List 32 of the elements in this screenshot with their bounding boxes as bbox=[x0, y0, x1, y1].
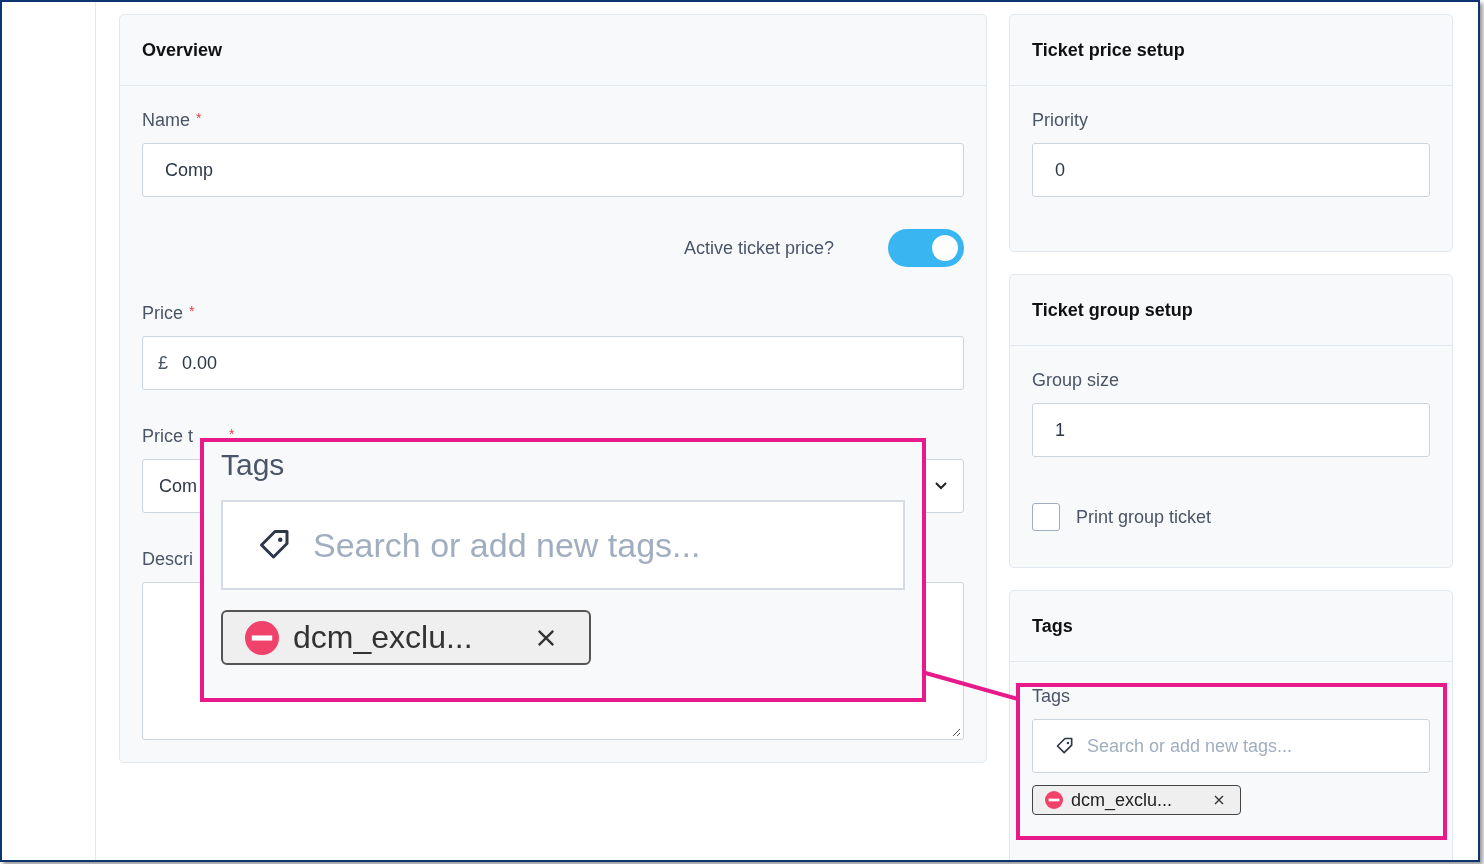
field-label: Price t bbox=[142, 426, 193, 447]
required-asterisk: * bbox=[196, 110, 202, 128]
card-title: Ticket price setup bbox=[1032, 39, 1185, 61]
group-size-field[interactable]: 1 bbox=[1032, 403, 1430, 457]
field-label: Name bbox=[142, 110, 190, 131]
field-label: Tags bbox=[1032, 686, 1071, 707]
price-field[interactable]: £ 0.00 bbox=[142, 336, 964, 390]
tag-chip[interactable]: dcm_exclu... bbox=[1032, 785, 1241, 815]
minus-circle-icon bbox=[245, 620, 279, 655]
chevron-down-icon bbox=[935, 482, 947, 490]
field-label: Group size bbox=[1032, 370, 1120, 391]
required-asterisk: * bbox=[189, 303, 195, 321]
priority-field[interactable]: 0 bbox=[1032, 143, 1430, 197]
close-icon[interactable] bbox=[537, 628, 555, 647]
checkbox-label: Print group ticket bbox=[1076, 506, 1212, 528]
close-icon[interactable] bbox=[1214, 795, 1224, 805]
tag-chip[interactable]: dcm_exclu... bbox=[221, 610, 591, 665]
field-label: Price bbox=[142, 303, 183, 324]
checkbox[interactable] bbox=[1032, 503, 1060, 531]
callout-label: Tags bbox=[221, 448, 285, 482]
field-label: Priority bbox=[1032, 110, 1088, 131]
required-asterisk: * bbox=[229, 426, 235, 444]
card-title: Tags bbox=[1032, 615, 1073, 637]
minus-circle-icon bbox=[1045, 791, 1063, 809]
name-field[interactable]: Comp bbox=[142, 143, 964, 197]
card-title: Overview bbox=[142, 39, 223, 61]
toggle-label: Active ticket price? bbox=[683, 237, 834, 259]
tag-icon bbox=[1055, 736, 1075, 756]
resize-handle-icon[interactable] bbox=[951, 727, 961, 737]
field-label: Descri bbox=[142, 549, 193, 570]
active-toggle[interactable] bbox=[888, 229, 964, 267]
card-title: Ticket group setup bbox=[1032, 299, 1193, 321]
